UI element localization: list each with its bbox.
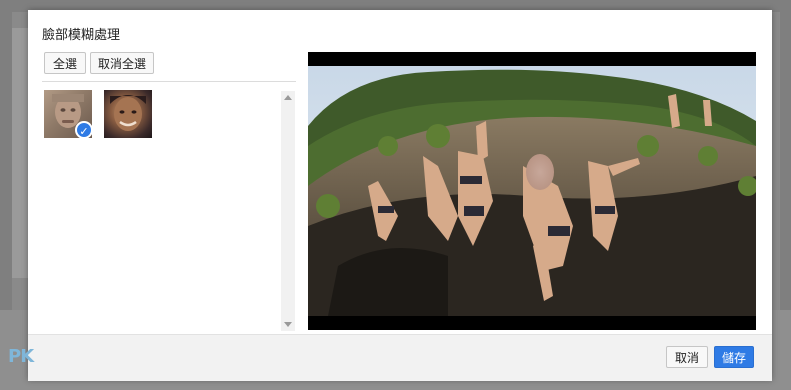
select-all-button[interactable]: 全選 <box>44 52 86 74</box>
check-icon: ✓ <box>75 121 93 139</box>
divider <box>42 81 296 82</box>
deselect-all-button[interactable]: 取消全選 <box>90 52 154 74</box>
dialog-title: 臉部模糊處理 <box>42 28 121 43</box>
save-button[interactable]: 儲存 <box>714 346 754 368</box>
cancel-button[interactable]: 取消 <box>666 346 708 368</box>
face-thumb-2[interactable] <box>104 90 152 138</box>
face-blur-dialog: 臉部模糊處理 全選 取消全選 ✓ 取消 儲存 <box>28 10 772 381</box>
face-2-image <box>110 95 146 131</box>
video-preview <box>308 52 756 330</box>
scroll-down-arrow-icon[interactable] <box>284 322 292 327</box>
face-list: ✓ <box>44 90 280 330</box>
scroll-up-arrow-icon[interactable] <box>284 95 292 100</box>
dialog-footer: 取消 儲存 <box>28 334 772 381</box>
preview-frame-image <box>308 66 756 316</box>
background-sidebar <box>12 28 28 278</box>
watermark-logo: PK <box>8 346 34 367</box>
face-list-scrollbar[interactable] <box>281 91 295 331</box>
face-thumb-1[interactable]: ✓ <box>44 90 93 139</box>
